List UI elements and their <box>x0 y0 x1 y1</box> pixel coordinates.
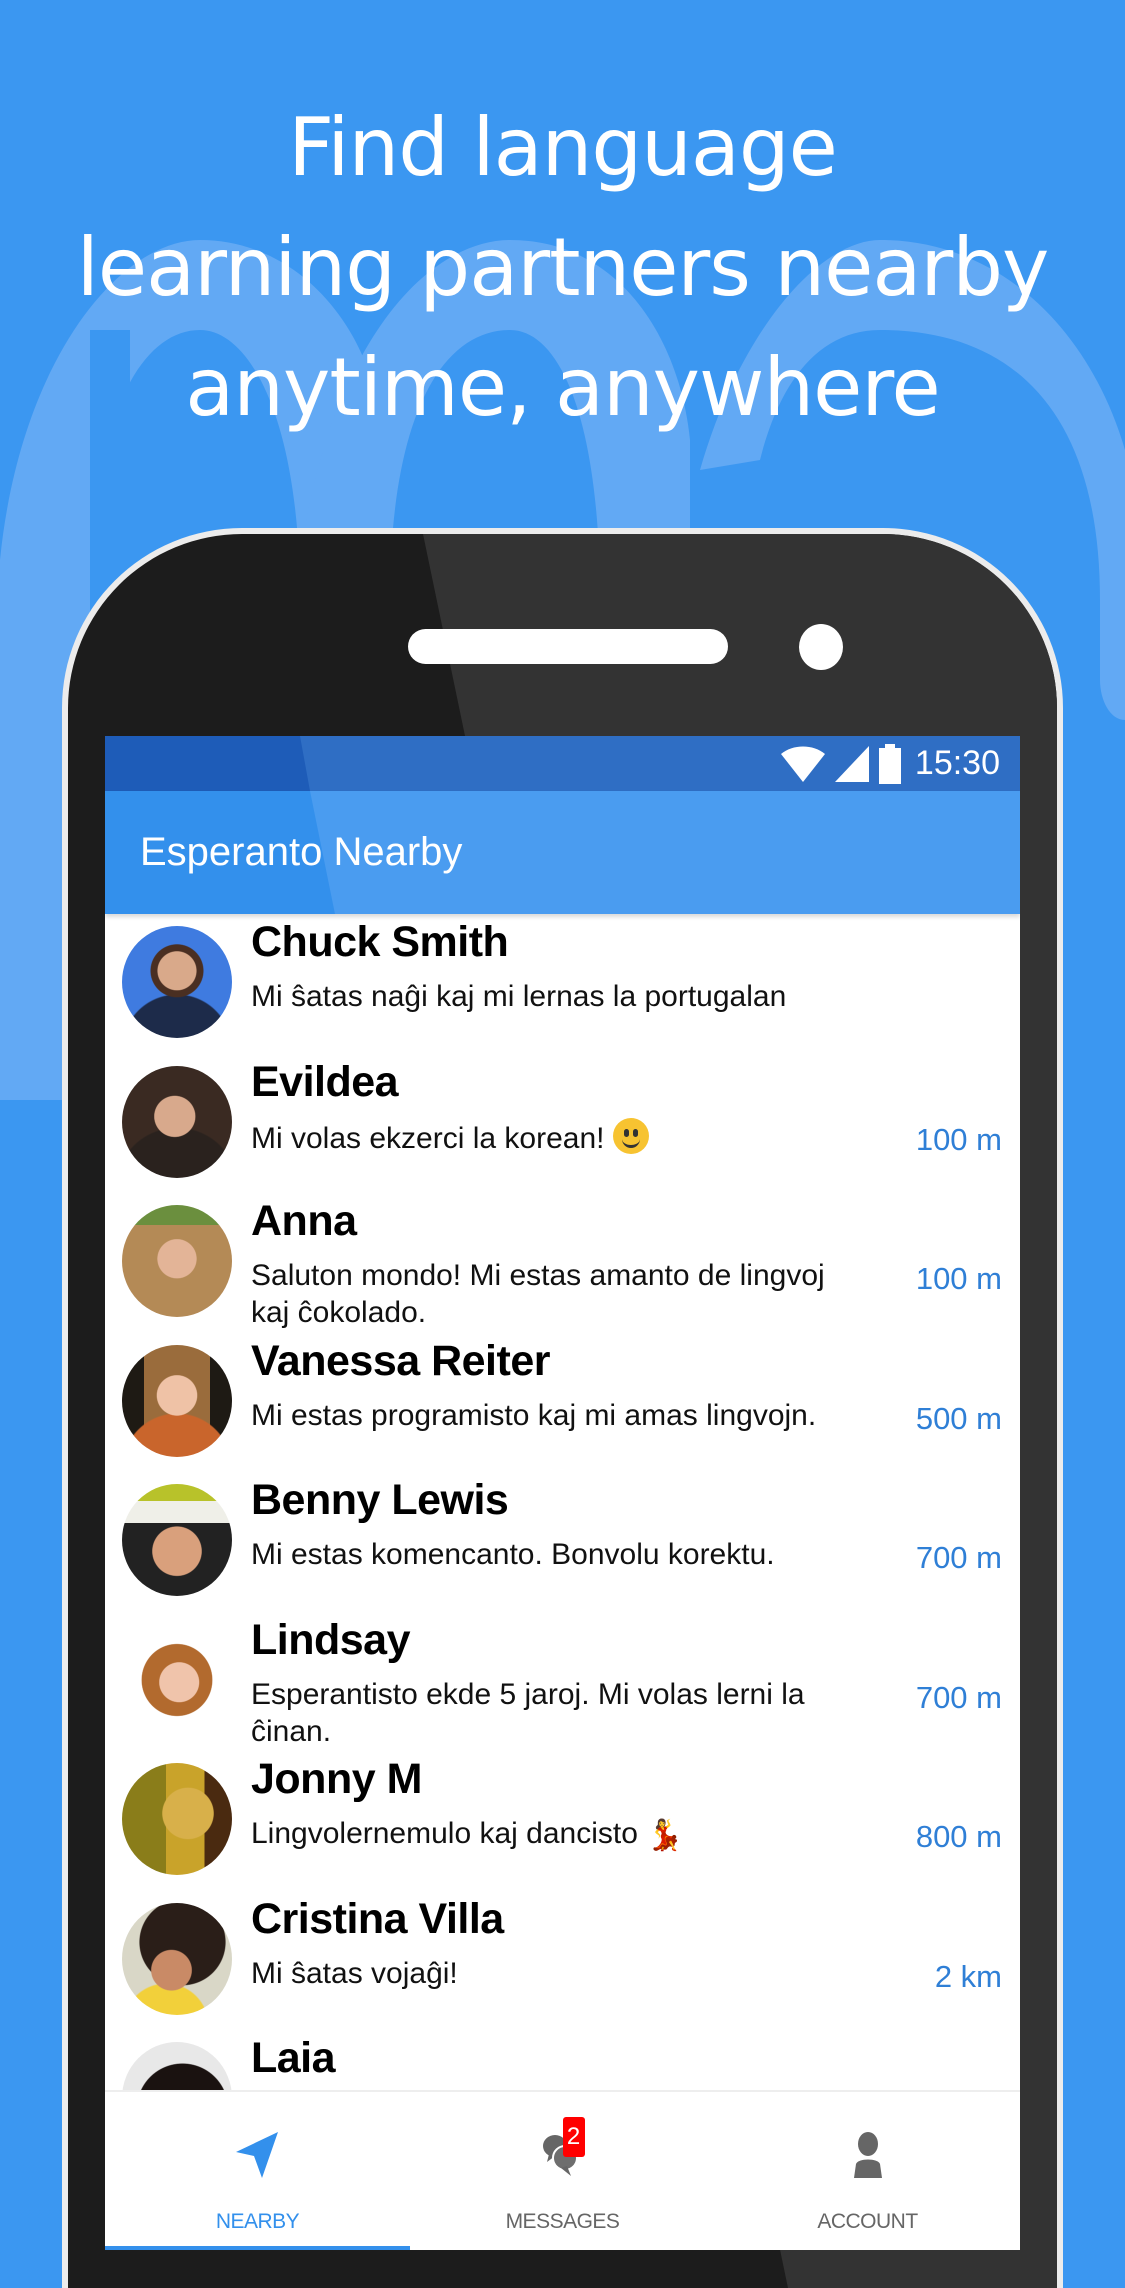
status-bar: 15:30 <box>105 736 1020 791</box>
tab-account[interactable]: ACCOUNT <box>715 2092 1020 2250</box>
list-item[interactable]: Cristina Villa Mi ŝatas vojaĝi! 2 km <box>105 1891 1020 2031</box>
user-distance: 800 m <box>915 1819 1002 1854</box>
phone-speaker <box>408 629 728 664</box>
user-message: Mi estas programisto kaj mi amas lingvoj… <box>251 1398 817 1432</box>
user-distance: 100 m <box>915 1261 1002 1296</box>
user-message: Saluton mondo! Mi estas amanto de lingvo… <box>251 1259 825 1329</box>
avatar[interactable] <box>122 1902 232 2015</box>
bottom-navigation: NEARBY 2 MESSAGES ACCOUNT <box>105 2090 1020 2250</box>
list-item[interactable]: Benny Lewis Mi estas komencanto. Bonvolu… <box>105 1472 1020 1612</box>
unread-messages-badge: 2 <box>562 2117 585 2157</box>
user-message: Mi ŝatas vojaĝi! <box>251 1956 458 1990</box>
wifi-icon <box>780 746 825 782</box>
list-item[interactable]: Lindsay Esperantisto ekde 5 jaroj. Mi vo… <box>105 1612 1020 1752</box>
message-text: Lingvolernemulo kaj dancisto <box>251 1817 647 1850</box>
tab-messages-label: MESSAGES <box>505 2210 620 2233</box>
user-name: Anna <box>251 1197 357 1245</box>
chat-bubbles-wrapper: 2 <box>541 2117 585 2178</box>
app-title: Esperanto Nearby <box>140 830 463 874</box>
nearby-users-list[interactable]: Chuck Smith Mi ŝatas naĝi kaj mi lernas … <box>105 914 1020 2170</box>
list-item[interactable]: Chuck Smith Mi ŝatas naĝi kaj mi lernas … <box>105 914 1020 1054</box>
user-name: Vanessa Reiter <box>251 1336 550 1385</box>
avatar[interactable] <box>122 1205 232 1317</box>
headline-line-3: anytime, anywhere <box>185 341 940 434</box>
tab-nearby[interactable]: NEARBY <box>105 2092 410 2250</box>
user-name: Cristina Villa <box>251 1894 504 1943</box>
user-name: Evildea <box>251 1057 399 1106</box>
active-tab-indicator <box>105 2246 410 2250</box>
user-distance: 500 m <box>915 1400 1002 1436</box>
list-item[interactable]: Vanessa Reiter Mi estas programisto kaj … <box>105 1333 1020 1473</box>
user-name: Chuck Smith <box>251 918 509 966</box>
user-distance: 700 m <box>915 1679 1002 1715</box>
dancer-emoji-icon: 💃 <box>646 1819 684 1852</box>
list-item[interactable]: Jonny M Lingvolernemulo kaj dancisto 💃 8… <box>105 1751 1020 1891</box>
user-distance: 2 km <box>934 1958 1002 1994</box>
tab-account-label: ACCOUNT <box>817 2210 918 2233</box>
avatar[interactable] <box>122 1763 232 1875</box>
user-name: Benny Lewis <box>251 1476 509 1524</box>
headline-line-2: learning partners nearby <box>76 221 1050 314</box>
avatar[interactable] <box>122 926 232 1038</box>
user-message: Esperantisto ekde 5 jaroj. Mi volas lern… <box>251 1677 805 1748</box>
headline-line-1: Find language <box>288 101 838 194</box>
smiling-face-emoji-icon <box>612 1117 649 1154</box>
user-name: Jonny M <box>251 1755 422 1803</box>
user-message: Mi estas komencanto. Bonvolu korektu. <box>251 1538 775 1571</box>
tab-nearby-label: NEARBY <box>215 2210 300 2233</box>
user-message: Mi ŝatas naĝi kaj mi lernas la portugala… <box>251 980 787 1013</box>
avatar[interactable] <box>122 1484 232 1596</box>
user-distance: 100 m <box>915 1121 1002 1157</box>
phone-camera <box>799 624 843 670</box>
navigation-arrow-icon <box>235 2132 278 2178</box>
app-bar: Esperanto Nearby <box>105 791 1020 914</box>
avatar[interactable] <box>122 1344 232 1457</box>
user-message: Lingvolernemulo kaj dancisto 💃 <box>251 1815 851 1854</box>
signal-icon <box>834 745 869 782</box>
user-message: Mi volas ekzerci la korean! <box>251 1117 851 1157</box>
app-screen: 15:30 Esperanto Nearby Chuck Smith Mi ŝa… <box>105 736 1020 2250</box>
list-item[interactable]: Anna Saluton mondo! Mi estas amanto de l… <box>105 1193 1020 1333</box>
battery-icon <box>878 743 901 784</box>
user-distance: 700 m <box>915 1540 1002 1575</box>
tab-messages[interactable]: 2 MESSAGES <box>410 2092 715 2250</box>
status-time: 15:30 <box>914 744 1000 782</box>
avatar[interactable] <box>122 1065 232 1178</box>
avatar[interactable] <box>122 1623 232 1736</box>
promo-headline: Find language learning partners nearby a… <box>0 88 1125 448</box>
list-item[interactable]: Evildea Mi volas ekzerci la korean! 100 … <box>105 1054 1020 1194</box>
person-icon <box>853 2132 882 2178</box>
status-icons: 15:30 <box>780 736 1000 791</box>
message-text: Mi volas ekzerci la korean! <box>251 1121 613 1155</box>
user-name: Laia <box>251 2034 336 2082</box>
user-name: Lindsay <box>251 1615 411 1664</box>
